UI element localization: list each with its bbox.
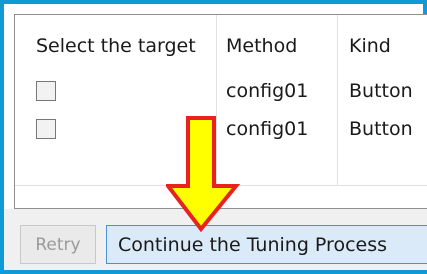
column-header-select-target[interactable]: Select the target: [15, 15, 217, 72]
table-row[interactable]: config01 Button: [15, 110, 427, 148]
empty-table-row: [15, 148, 427, 186]
method-cell: config01: [217, 72, 338, 110]
kind-cell: Button: [349, 80, 413, 102]
select-cell: [15, 72, 217, 110]
column-header-method[interactable]: Method: [217, 15, 338, 72]
continue-tuning-button[interactable]: Continue the Tuning Process: [106, 225, 427, 264]
method-cell: config01: [217, 110, 338, 148]
column-header-kind[interactable]: Kind: [338, 15, 427, 72]
table-header: Select the target Method Kind: [15, 15, 427, 72]
select-target-checkbox[interactable]: [36, 119, 56, 139]
select-cell: [15, 110, 217, 148]
empty-cell: [338, 148, 427, 185]
kind-cell: Button: [349, 118, 413, 140]
table-row[interactable]: config01 Button: [15, 72, 427, 110]
empty-cell: [217, 148, 338, 185]
select-target-checkbox[interactable]: [36, 81, 56, 101]
target-table: Select the target Method Kind config01 B…: [14, 14, 427, 209]
empty-cell: [15, 148, 217, 185]
retry-button[interactable]: Retry: [20, 225, 96, 264]
